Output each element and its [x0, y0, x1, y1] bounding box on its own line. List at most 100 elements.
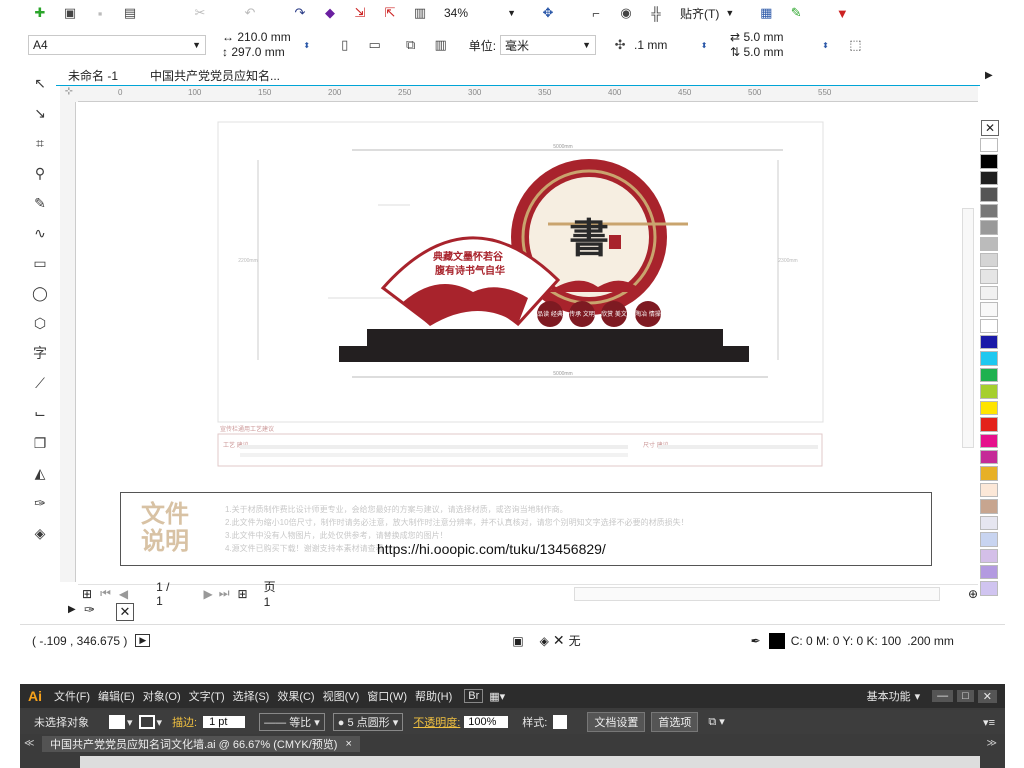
cut-icon[interactable]: ✂	[190, 3, 210, 23]
palette-swatch[interactable]	[980, 203, 998, 219]
new-document-icon[interactable]: ✚	[30, 3, 50, 23]
palette-swatch[interactable]	[980, 187, 998, 202]
document-info-icon[interactable]: ▣	[512, 634, 523, 648]
menu-object[interactable]: 对象(O)	[143, 688, 181, 704]
zoom-navigator-icon[interactable]: ⊕	[968, 587, 978, 601]
menu-file[interactable]: 文件(F)	[54, 688, 90, 704]
crop-tool-icon[interactable]: ⌗	[27, 130, 53, 156]
ellipse-tool-icon[interactable]: ◯	[27, 280, 53, 306]
bridge-icon[interactable]: Br	[464, 689, 484, 703]
drop-shadow-icon[interactable]: ❐	[27, 430, 53, 456]
panel-collapse-icon[interactable]: ≫	[987, 738, 997, 749]
first-page-icon[interactable]: ⏮	[100, 586, 111, 601]
tab-untitled[interactable]: 未命名 -1	[56, 67, 130, 84]
pick-tool-icon[interactable]: ↖	[27, 70, 53, 96]
page-tab[interactable]: 页 1	[264, 578, 284, 609]
page-height-field[interactable]: ↕ 297.0 mm	[222, 45, 291, 60]
spinner-icon[interactable]: ⬍	[297, 35, 317, 55]
undo-icon[interactable]: ↶	[240, 3, 260, 23]
palette-swatch[interactable]	[980, 400, 998, 416]
palette-swatch[interactable]	[980, 236, 998, 251]
welcome-screen-icon[interactable]: ▦	[756, 3, 776, 23]
palette-swatch[interactable]	[980, 138, 998, 153]
save-icon[interactable]: ▪	[90, 3, 110, 23]
play-icon[interactable]: ▶	[135, 634, 151, 647]
nudge-distance-field[interactable]: .1 mm	[634, 38, 694, 52]
palette-swatch[interactable]	[980, 548, 998, 563]
maximize-icon[interactable]: □	[957, 690, 974, 702]
eyedropper-icon[interactable]: ✑	[84, 602, 95, 618]
illustrator-document-tab[interactable]: 中国共产党党员应知名词文化墙.ai @ 66.67% (CMYK/预览) ×	[42, 736, 360, 752]
application-launcher-icon[interactable]: ▼	[832, 3, 852, 23]
scroll-thumb[interactable]	[962, 208, 974, 448]
graphic-style-swatch[interactable]	[553, 715, 568, 729]
palette-swatch[interactable]	[980, 318, 998, 334]
stroke-weight-field[interactable]: 1 pt	[203, 716, 246, 728]
guidelines-icon[interactable]: ╬	[646, 3, 666, 23]
artistic-media-icon[interactable]: ∿	[27, 220, 53, 246]
palette-swatch[interactable]	[980, 581, 998, 596]
full-screen-icon[interactable]: ✥	[538, 3, 558, 23]
tab-document[interactable]: 中国共产党党员应知名...	[138, 67, 292, 84]
chevron-down-icon[interactable]: ▾	[127, 716, 133, 729]
last-page-icon[interactable]: ⏭	[219, 586, 230, 601]
source-url[interactable]: https://hi.ooopic.com/tuku/13456829/	[377, 541, 606, 557]
portrait-icon[interactable]: ▯	[335, 35, 355, 55]
add-page-icon[interactable]: ⊞	[82, 587, 92, 601]
palette-swatch[interactable]	[980, 499, 998, 514]
palette-swatch[interactable]	[980, 285, 998, 301]
menu-window[interactable]: 窗口(W)	[367, 688, 407, 704]
palette-swatch[interactable]	[980, 466, 998, 481]
export-icon[interactable]: ⇱	[380, 3, 400, 23]
menu-view[interactable]: 视图(V)	[323, 688, 360, 704]
panel-menu-icon[interactable]: ▾≡	[983, 716, 995, 729]
menu-help[interactable]: 帮助(H)	[415, 688, 452, 704]
spinner-icon[interactable]: ⬍	[815, 35, 835, 55]
horizontal-ruler[interactable]: 0 100 150 200 250 300 350 400 450 500 550	[78, 86, 978, 102]
polygon-tool-icon[interactable]: ⬡	[27, 310, 53, 336]
page-width-field[interactable]: ↔ 210.0 mm	[222, 30, 291, 45]
landscape-icon[interactable]: ▭	[365, 35, 385, 55]
palette-swatch[interactable]	[980, 252, 998, 268]
import-icon[interactable]: ⇲	[350, 3, 370, 23]
spinner-icon[interactable]: ⬍	[694, 35, 714, 55]
palette-swatch[interactable]	[980, 532, 998, 547]
palette-swatch[interactable]	[980, 450, 998, 465]
arrange-documents-icon[interactable]: ▦▾	[489, 690, 505, 703]
ruler-origin-icon[interactable]: ⊹	[60, 86, 78, 102]
next-page-icon[interactable]: ▶	[203, 587, 212, 601]
palette-swatch[interactable]	[980, 269, 998, 284]
stroke-swatch[interactable]	[138, 715, 155, 729]
add-page-after-icon[interactable]: ⊞	[238, 587, 248, 601]
stroke-profile-dropdown[interactable]: —— 等比 ▾	[259, 713, 325, 731]
connector-tool-icon[interactable]: ⌙	[27, 400, 53, 426]
rectangle-tool-icon[interactable]: ▭	[27, 250, 53, 276]
menu-edit[interactable]: 编辑(E)	[98, 688, 135, 704]
expand-arrow-icon[interactable]: ▶	[68, 604, 76, 615]
palette-swatch[interactable]	[980, 351, 998, 366]
current-page-icon[interactable]: ▥	[431, 35, 451, 55]
document-setup-button[interactable]: 文档设置	[587, 712, 646, 732]
palette-swatch[interactable]	[980, 170, 998, 186]
align-icon[interactable]: ⧉ ▾	[708, 715, 724, 729]
horizontal-scrollbar[interactable]	[573, 586, 940, 601]
close-tab-icon[interactable]: ×	[345, 738, 351, 750]
prev-page-icon[interactable]: ◀	[119, 587, 128, 601]
workspace-switcher[interactable]: 基本功能	[867, 688, 911, 704]
no-fill-box[interactable]: ✕	[116, 603, 134, 621]
palette-swatch[interactable]	[980, 384, 998, 399]
units-dropdown[interactable]: 毫米 ▼	[500, 35, 597, 55]
zoom-tool-icon[interactable]: ⚲	[27, 160, 53, 186]
zoom-level-dropdown[interactable]: 34% ▼	[440, 3, 520, 23]
print-icon[interactable]: ▤	[120, 3, 140, 23]
opacity-field[interactable]: 100%	[464, 716, 509, 728]
brush-dropdown[interactable]: ● 5 点圆形 ▾	[332, 713, 404, 731]
transparency-icon[interactable]: ◭	[27, 460, 53, 486]
freehand-tool-icon[interactable]: ✎	[27, 190, 53, 216]
palette-swatch[interactable]	[980, 302, 998, 317]
outline-color-swatch[interactable]	[768, 632, 785, 649]
palette-swatch[interactable]	[980, 367, 998, 383]
paper-size-dropdown[interactable]: A4 ▼	[28, 35, 206, 55]
text-tool-icon[interactable]: 字	[27, 340, 53, 366]
preferences-button[interactable]: 首选项	[651, 712, 699, 732]
